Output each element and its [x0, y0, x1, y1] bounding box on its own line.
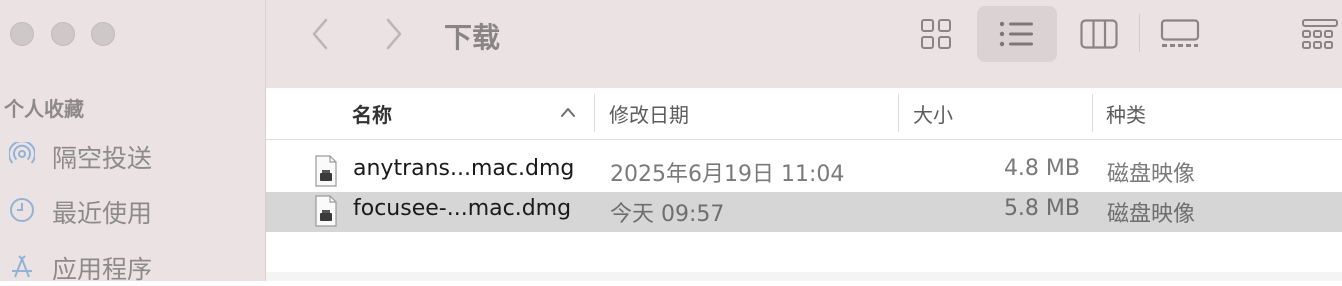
- file-name: anytrans...mac.dmg: [353, 156, 575, 181]
- airdrop-icon: [9, 142, 35, 164]
- list-view-button[interactable]: [977, 6, 1057, 62]
- empty-row: [266, 232, 1342, 272]
- file-kind: 磁盘映像: [1107, 162, 1196, 187]
- sort-chevron-up-icon[interactable]: [560, 106, 576, 118]
- column-view-button[interactable]: [1059, 6, 1139, 62]
- gallery-view-button[interactable]: [1140, 6, 1220, 62]
- forward-button[interactable]: [378, 16, 408, 52]
- window-title: 下载: [444, 21, 501, 54]
- column-header-kind[interactable]: 种类: [1106, 99, 1146, 128]
- file-kind: 磁盘映像: [1107, 202, 1196, 227]
- column-divider[interactable]: [898, 94, 899, 132]
- icon-view-button[interactable]: [896, 6, 976, 62]
- zoom-window-button[interactable]: [91, 22, 115, 46]
- file-size: 5.8 MB: [1003, 196, 1080, 221]
- column-header-name[interactable]: 名称: [352, 99, 392, 128]
- column-divider[interactable]: [594, 94, 595, 132]
- file-date: 2025年6月19日 11:04: [610, 162, 845, 187]
- column-header-date[interactable]: 修改日期: [609, 99, 689, 128]
- file-list: 名称 修改日期 大小 种类 anytrans...mac.dmg 2025年6月…: [266, 88, 1342, 281]
- back-button[interactable]: [306, 16, 336, 52]
- empty-row-alt: [266, 272, 1342, 281]
- file-row-selected[interactable]: focusee-...mac.dmg 今天 09:57 5.8 MB 磁盘映像: [266, 192, 1342, 232]
- list-icon: [999, 21, 1033, 47]
- minimize-window-button[interactable]: [51, 22, 75, 46]
- sidebar-item-airdrop[interactable]: 隔空投送: [0, 134, 266, 174]
- chevron-right-icon: [386, 18, 402, 50]
- disk-image-file-icon: [315, 155, 337, 187]
- file-date: 今天 09:57: [610, 202, 725, 227]
- file-row[interactable]: anytrans...mac.dmg 2025年6月19日 11:04 4.8 …: [266, 152, 1342, 192]
- column-header-row: 名称 修改日期 大小 种类: [266, 88, 1342, 140]
- applications-icon: [12, 255, 32, 278]
- columns-icon: [1080, 19, 1118, 49]
- clock-icon: [10, 198, 34, 222]
- close-window-button[interactable]: [10, 22, 34, 46]
- column-divider[interactable]: [1092, 94, 1093, 132]
- grid-icon: [921, 19, 951, 49]
- sidebar-item-label: 最近使用: [52, 199, 153, 228]
- chevron-left-icon: [312, 18, 328, 50]
- gallery-icon: [1160, 19, 1200, 47]
- column-header-size[interactable]: 大小: [913, 99, 953, 128]
- file-name: focusee-...mac.dmg: [353, 196, 572, 221]
- more-view-options-button[interactable]: [1296, 6, 1342, 62]
- group-icon: [1302, 19, 1338, 49]
- sidebar-item-label: 隔空投送: [52, 144, 153, 173]
- sidebar: 个人收藏 隔空投送 最近使用 应用程序: [0, 0, 266, 284]
- toolbar: 下载: [266, 0, 1342, 88]
- favorites-heading: 个人收藏: [4, 97, 84, 121]
- sidebar-item-applications[interactable]: 应用程序: [0, 245, 266, 285]
- sidebar-item-recents[interactable]: 最近使用: [0, 189, 266, 229]
- file-size: 4.8 MB: [1003, 156, 1080, 181]
- disk-image-file-icon: [315, 195, 337, 227]
